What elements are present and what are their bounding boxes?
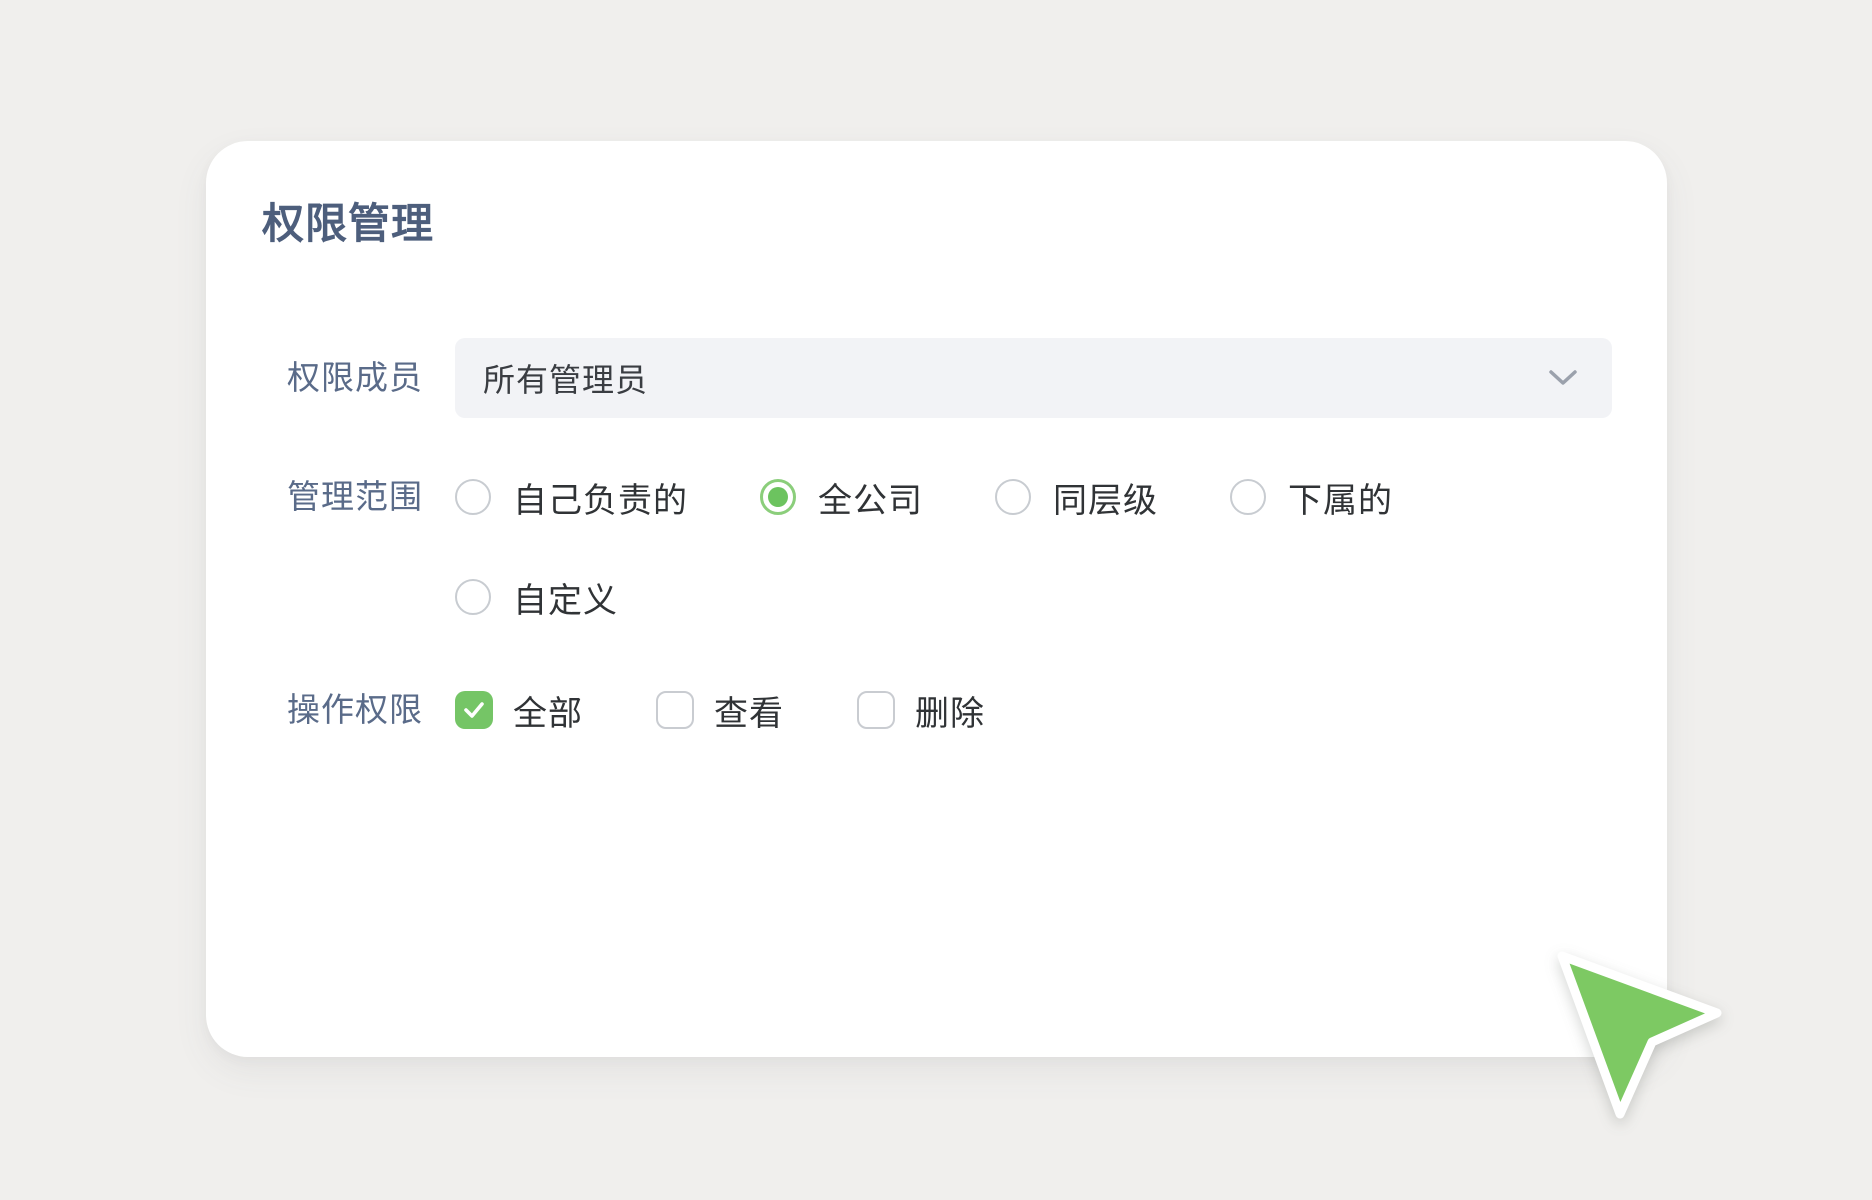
radio-option-custom[interactable]: 自定义 [455,573,618,622]
radio-option-subordinates[interactable]: 下属的 [1230,473,1393,522]
radio-option-label: 自定义 [513,573,618,622]
radio-circle-icon [1230,479,1266,515]
radio-circle-icon [995,479,1031,515]
radio-option-label: 下属的 [1288,473,1393,522]
chevron-down-icon [1548,369,1578,387]
radio-option-label: 全公司 [818,473,923,522]
radio-circle-icon [455,579,491,615]
checkbox-checked-icon [455,691,493,729]
scope-options-row-2: 自定义 [455,578,618,616]
member-select[interactable]: 所有管理员 [455,338,1612,418]
radio-option-whole-company[interactable]: 全公司 [760,473,923,522]
checkbox-unchecked-icon [857,691,895,729]
member-select-value: 所有管理员 [483,355,648,401]
actions-options-row: 全部 查看 删除 [455,691,985,729]
actions-label: 操作权限 [287,692,423,728]
radio-circle-selected-icon [760,479,796,515]
checkbox-unchecked-icon [656,691,694,729]
scope-options-row-1: 自己负责的 全公司 同层级 下属的 [455,478,1393,516]
checkbox-option-delete[interactable]: 删除 [857,686,985,735]
checkbox-option-view[interactable]: 查看 [656,686,784,735]
radio-option-own[interactable]: 自己负责的 [455,473,688,522]
radio-circle-icon [455,479,491,515]
permission-settings-card: 权限管理 权限成员 所有管理员 管理范围 自己负责的 全公司 同层级 下属的 [206,141,1667,1057]
page-title: 权限管理 [262,201,434,247]
checkbox-option-all[interactable]: 全部 [455,686,583,735]
checkbox-option-label: 查看 [714,686,784,735]
radio-option-label: 自己负责的 [513,473,688,522]
member-label: 权限成员 [287,360,423,396]
checkbox-option-label: 全部 [513,686,583,735]
radio-option-label: 同层级 [1053,473,1158,522]
radio-option-same-level[interactable]: 同层级 [995,473,1158,522]
scope-label: 管理范围 [287,479,423,515]
checkbox-option-label: 删除 [915,686,985,735]
